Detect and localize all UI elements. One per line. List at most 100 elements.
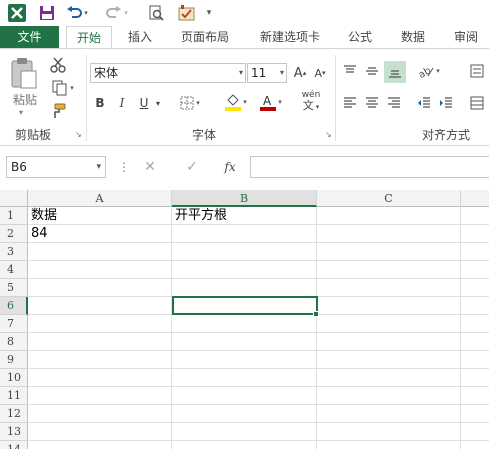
cell-b11[interactable] <box>172 387 317 405</box>
font-name-select[interactable]: 宋体 ▾ <box>90 63 246 83</box>
increase-font-size-icon[interactable]: A ▴ <box>291 63 309 83</box>
tab-page-layout[interactable]: 页面布局 <box>172 26 238 48</box>
cell-d7[interactable] <box>461 315 489 333</box>
cell-d3[interactable] <box>461 243 489 261</box>
borders-icon[interactable]: ▾ <box>172 93 208 113</box>
cell-b10[interactable] <box>172 369 317 387</box>
enter-icon[interactable]: ✓ <box>180 156 204 178</box>
cell-a14[interactable] <box>28 441 172 449</box>
tab-data[interactable]: 数据 <box>392 26 434 48</box>
cell-d13[interactable] <box>461 423 489 441</box>
cell-a6[interactable] <box>28 297 172 315</box>
bold-button[interactable]: B <box>92 93 108 113</box>
cell-a5[interactable] <box>28 279 172 297</box>
cell-d1[interactable] <box>461 207 489 225</box>
cell-b9[interactable] <box>172 351 317 369</box>
cell-d9[interactable] <box>461 351 489 369</box>
phonetic-guide-icon[interactable]: wén 文 ▾ <box>293 91 329 113</box>
cell-d10[interactable] <box>461 369 489 387</box>
format-painter-icon[interactable] <box>48 101 68 121</box>
cell-c7[interactable] <box>317 315 461 333</box>
cell-a3[interactable] <box>28 243 172 261</box>
cell-c5[interactable] <box>317 279 461 297</box>
select-all-corner[interactable] <box>0 190 28 207</box>
row-header-10[interactable]: 10 <box>0 369 28 387</box>
row-header-2[interactable]: 2 <box>0 225 28 243</box>
cell-c6[interactable] <box>317 297 461 315</box>
cell-c13[interactable] <box>317 423 461 441</box>
align-top-icon[interactable] <box>340 61 360 81</box>
cell-d8[interactable] <box>461 333 489 351</box>
cell-b3[interactable] <box>172 243 317 261</box>
paste-dropdown-icon[interactable]: ▾ <box>14 107 28 117</box>
row-header-3[interactable]: 3 <box>0 243 28 261</box>
column-header-d[interactable] <box>461 190 489 207</box>
cell-c3[interactable] <box>317 243 461 261</box>
row-header-4[interactable]: 4 <box>0 261 28 279</box>
cell-d2[interactable] <box>461 225 489 243</box>
cell-d5[interactable] <box>461 279 489 297</box>
cell-a4[interactable] <box>28 261 172 279</box>
cell-b12[interactable] <box>172 405 317 423</box>
cell-c9[interactable] <box>317 351 461 369</box>
cell-a8[interactable] <box>28 333 172 351</box>
row-header-14[interactable]: 14 <box>0 441 28 449</box>
formula-input[interactable] <box>250 156 489 178</box>
cell-b2[interactable] <box>172 225 317 243</box>
cell-c4[interactable] <box>317 261 461 279</box>
align-left-icon[interactable] <box>340 93 360 113</box>
font-dialog-launcher-icon[interactable]: ↘ <box>325 131 333 139</box>
undo-icon[interactable]: ▾ <box>64 2 90 23</box>
row-header-13[interactable]: 13 <box>0 423 28 441</box>
selected-cell-outline[interactable] <box>172 296 318 315</box>
cell-a11[interactable] <box>28 387 172 405</box>
cell-d14[interactable] <box>461 441 489 449</box>
clipboard-dialog-launcher-icon[interactable]: ↘ <box>75 131 83 139</box>
increase-indent-icon[interactable] <box>436 93 456 113</box>
paste-button-label[interactable]: 粘贴 <box>8 91 42 107</box>
font-size-select[interactable]: 11 ▾ <box>247 63 287 83</box>
row-header-6[interactable]: 6 <box>0 297 28 315</box>
align-right-icon[interactable] <box>384 93 404 113</box>
tab-file[interactable]: 文件 <box>0 26 59 48</box>
underline-button[interactable]: U <box>136 93 152 113</box>
font-color-icon[interactable]: A ▾ <box>255 91 287 113</box>
cell-b5[interactable] <box>172 279 317 297</box>
cell-b14[interactable] <box>172 441 317 449</box>
row-header-8[interactable]: 8 <box>0 333 28 351</box>
print-preview-icon[interactable] <box>146 2 166 23</box>
wrap-text-icon[interactable] <box>466 61 488 81</box>
merge-center-icon[interactable] <box>466 93 488 113</box>
tab-formulas[interactable]: 公式 <box>339 26 381 48</box>
fill-handle[interactable] <box>313 311 319 317</box>
cell-a9[interactable] <box>28 351 172 369</box>
row-header-1[interactable]: 1 <box>0 207 28 225</box>
italic-button[interactable]: I <box>114 93 130 113</box>
cell-a13[interactable] <box>28 423 172 441</box>
fill-color-icon[interactable]: ▾ <box>219 91 253 113</box>
copy-icon[interactable]: ▾ <box>48 78 78 98</box>
cut-icon[interactable] <box>48 55 68 75</box>
cell-b13[interactable] <box>172 423 317 441</box>
row-header-7[interactable]: 7 <box>0 315 28 333</box>
tab-review[interactable]: 审阅 <box>445 26 487 48</box>
cell-d11[interactable] <box>461 387 489 405</box>
underline-dropdown-icon[interactable]: ▾ <box>152 93 164 113</box>
save-icon[interactable] <box>36 2 58 23</box>
cell-d6[interactable] <box>461 297 489 315</box>
name-box[interactable]: B6 ▾ <box>6 156 106 178</box>
cell-b4[interactable] <box>172 261 317 279</box>
cell-a12[interactable] <box>28 405 172 423</box>
cell-c1[interactable] <box>317 207 461 225</box>
decrease-indent-icon[interactable] <box>414 93 434 113</box>
cancel-icon[interactable]: ✕ <box>138 156 162 178</box>
cell-d4[interactable] <box>461 261 489 279</box>
spell-check-icon[interactable] <box>176 2 198 23</box>
cell-c8[interactable] <box>317 333 461 351</box>
redo-icon[interactable]: ▾ <box>104 2 130 23</box>
cell-c10[interactable] <box>317 369 461 387</box>
paste-icon[interactable] <box>6 55 40 91</box>
cell-c12[interactable] <box>317 405 461 423</box>
row-header-9[interactable]: 9 <box>0 351 28 369</box>
tab-home[interactable]: 开始 <box>66 26 112 49</box>
